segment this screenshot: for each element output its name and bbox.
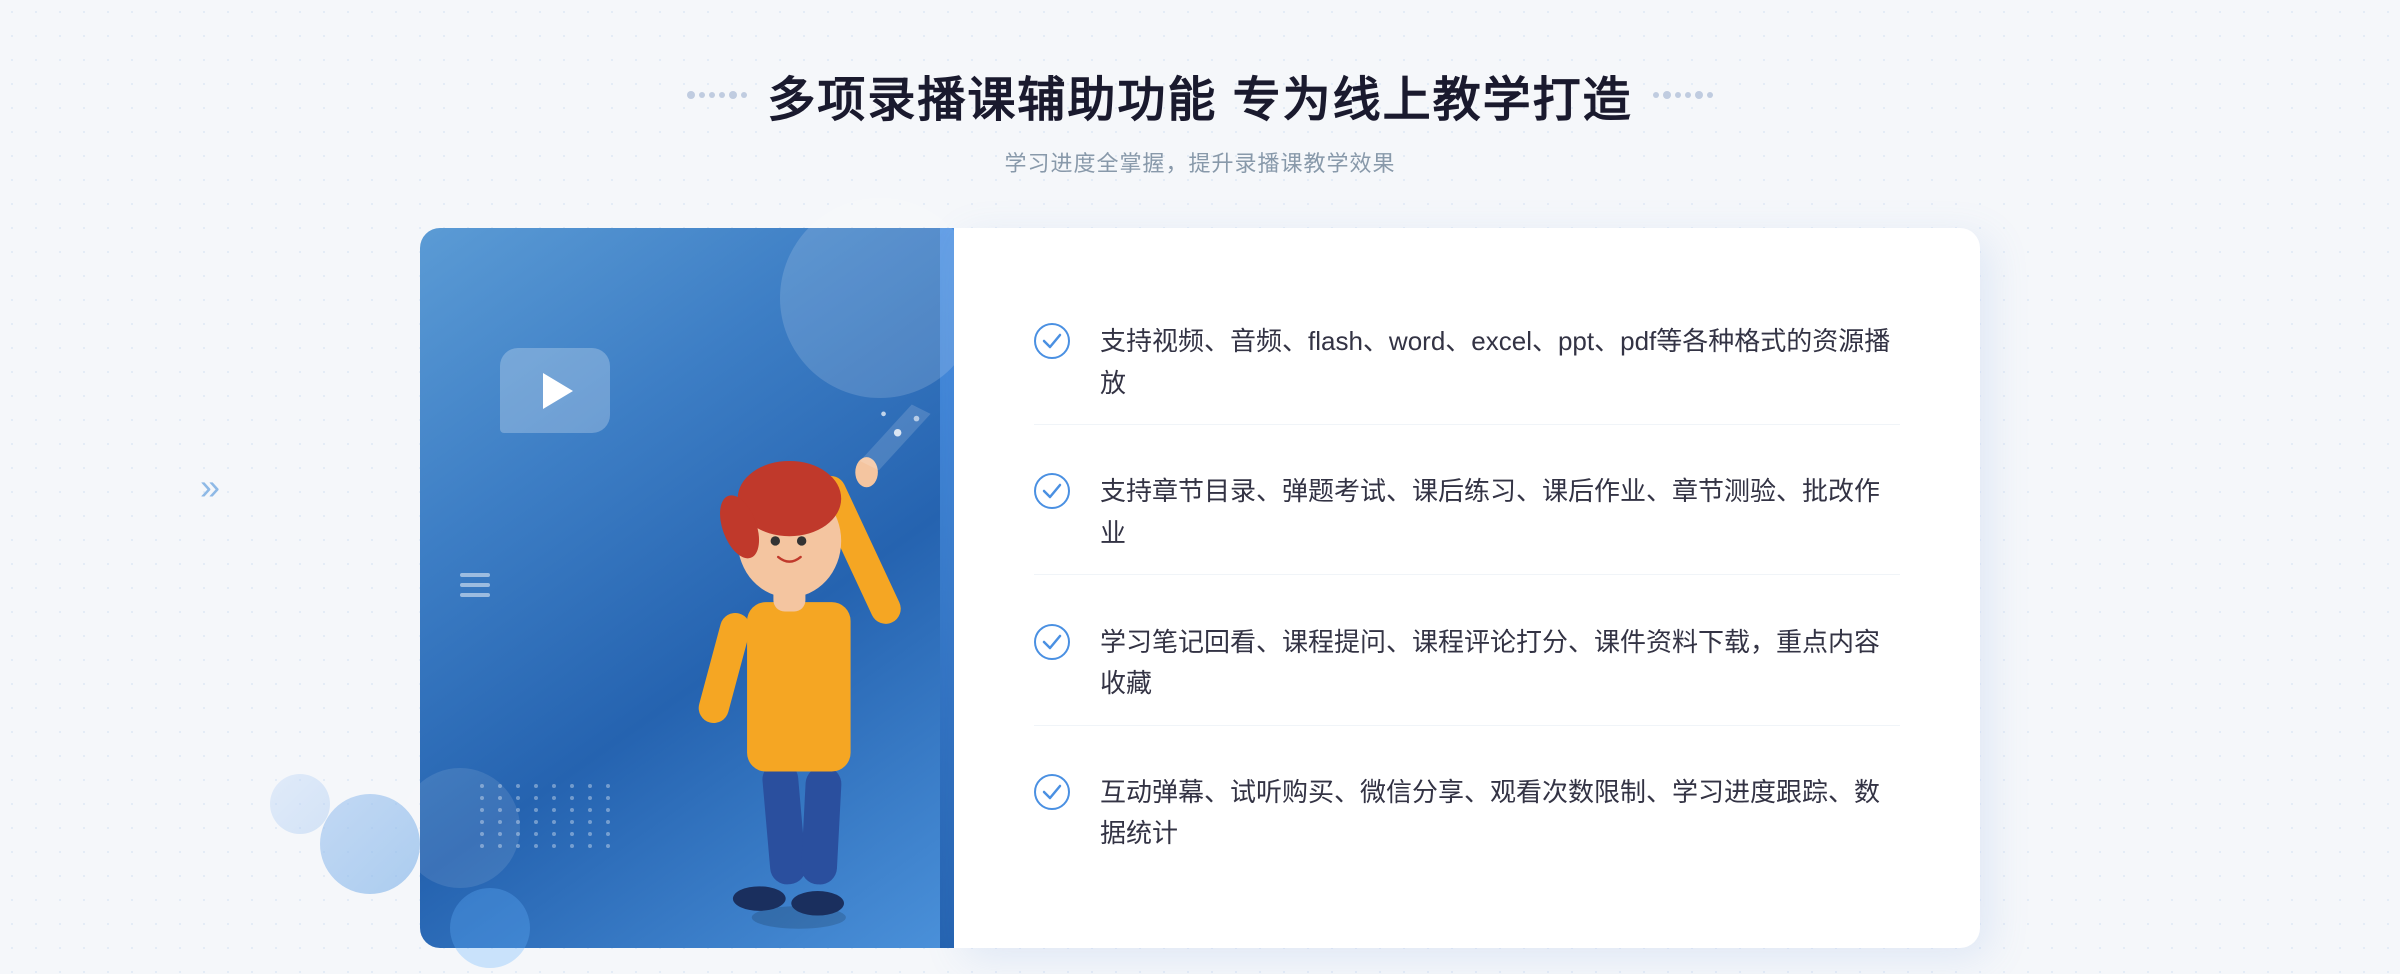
title-dots-right	[1653, 91, 1713, 99]
subtitle: 学习进度全掌握，提升录播课教学效果	[687, 146, 1712, 178]
check-icon-4	[1034, 774, 1070, 810]
play-icon	[543, 373, 573, 409]
deco-circle-3	[450, 888, 530, 968]
feature-item-1: 支持视频、音频、flash、word、excel、ppt、pdf等各种格式的资源…	[1034, 301, 1900, 425]
page-deco-circle-2	[270, 774, 330, 834]
deco-lines	[460, 573, 490, 603]
title-row: 多项录播课辅助功能 专为线上教学打造	[687, 60, 1712, 130]
feature-item-4: 互动弹幕、试听购买、微信分享、观看次数限制、学习进度跟踪、数据统计	[1034, 752, 1900, 875]
person-illustration	[620, 388, 940, 948]
main-title: 多项录播课辅助功能 专为线上教学打造	[767, 60, 1632, 130]
check-icon-3	[1034, 624, 1070, 660]
arrow-left: »	[200, 466, 220, 508]
feature-item-2: 支持章节目录、弹题考试、课后练习、课后作业、章节测验、批改作业	[1034, 451, 1900, 575]
illustration-card	[420, 228, 940, 948]
features-card: 支持视频、音频、flash、word、excel、ppt、pdf等各种格式的资源…	[954, 228, 1980, 948]
page-wrapper: 多项录播课辅助功能 专为线上教学打造 学习进度全掌握，提升录播课教学效果	[0, 0, 2400, 974]
page-deco-circle-1	[320, 794, 420, 894]
check-icon-2	[1034, 473, 1070, 509]
deco-circle-1	[780, 198, 980, 398]
feature-text-4: 互动弹幕、试听购买、微信分享、观看次数限制、学习进度跟踪、数据统计	[1100, 772, 1900, 855]
check-icon-1	[1034, 323, 1070, 359]
feature-text-2: 支持章节目录、弹题考试、课后练习、课后作业、章节测验、批改作业	[1100, 471, 1900, 554]
content-area: 支持视频、音频、flash、word、excel、ppt、pdf等各种格式的资源…	[420, 228, 1980, 948]
header-section: 多项录播课辅助功能 专为线上教学打造 学习进度全掌握，提升录播课教学效果	[687, 60, 1712, 178]
dot-pattern	[480, 784, 616, 848]
play-bubble	[500, 348, 610, 433]
feature-text-1: 支持视频、音频、flash、word、excel、ppt、pdf等各种格式的资源…	[1100, 321, 1900, 404]
feature-item-3: 学习笔记回看、课程提问、课程评论打分、课件资料下载，重点内容收藏	[1034, 602, 1900, 726]
title-dots-left	[687, 91, 747, 99]
feature-text-3: 学习笔记回看、课程提问、课程评论打分、课件资料下载，重点内容收藏	[1100, 622, 1900, 705]
